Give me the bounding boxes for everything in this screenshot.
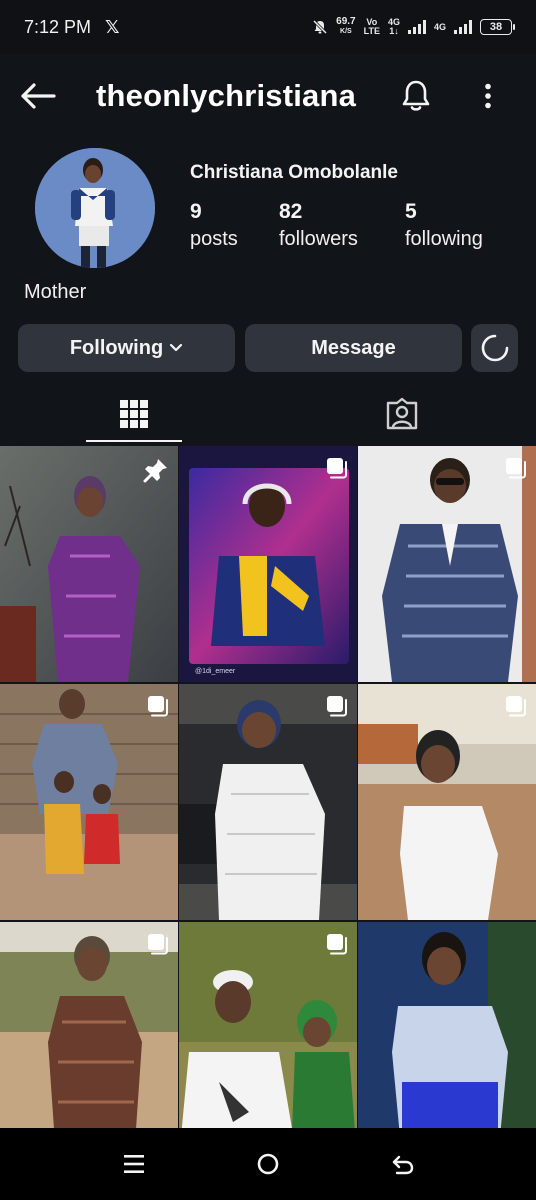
- following-button-label: Following: [69, 336, 164, 359]
- tab-posts-grid[interactable]: [86, 386, 182, 442]
- battery-icon: 38: [480, 19, 515, 35]
- status-bar: 7:12 PM 𝕏 69.7 K/S Vo LTE 4G 1↓ 4G 38: [0, 0, 536, 54]
- message-button-label: Message: [311, 336, 396, 359]
- profile-bio: Mother: [24, 281, 87, 303]
- more-vertical-icon: [485, 83, 491, 109]
- carousel-icon: [148, 934, 168, 955]
- network-speed: 69.7 K/S: [336, 17, 355, 37]
- post-tile-1[interactable]: [0, 446, 178, 682]
- status-indicators: 69.7 K/S Vo LTE 4G 1↓ 4G 38: [312, 17, 515, 37]
- carousel-icon: [327, 934, 347, 955]
- notifications-button[interactable]: [396, 74, 436, 118]
- network-2-label: 4G: [433, 21, 446, 32]
- following-stat[interactable]: 5 following: [405, 200, 483, 251]
- volte-bottom: LTE: [363, 26, 380, 36]
- post-tile-8[interactable]: [179, 922, 357, 1128]
- profile-header: theonlychristiana: [0, 54, 536, 138]
- following-button[interactable]: Following: [18, 324, 235, 372]
- speed-unit: K/S: [340, 28, 352, 35]
- system-nav-bar: [0, 1128, 536, 1200]
- status-time: 7:12 PM: [24, 16, 92, 37]
- following-label: following: [405, 228, 483, 250]
- display-name: Christiana Omobolanle: [190, 162, 398, 183]
- mute-icon: [313, 19, 328, 35]
- post-tile-2[interactable]: @1di_emeer: [179, 446, 357, 682]
- tagged-icon: [386, 397, 418, 430]
- speed-value: 69.7: [336, 16, 356, 27]
- post-photo: [0, 684, 178, 920]
- post-photo: [358, 922, 536, 1128]
- post-caption: @1di_emeer: [195, 668, 236, 675]
- volte-indicator: Vo LTE: [364, 18, 380, 36]
- battery-level: 38: [489, 21, 503, 33]
- carousel-icon: [148, 696, 168, 717]
- posts-count: 9: [190, 200, 202, 223]
- username-title: theonlychristiana: [96, 78, 357, 113]
- post-tile-5[interactable]: [179, 684, 357, 920]
- active-tab-indicator: [86, 440, 182, 442]
- home-icon: [257, 1153, 279, 1175]
- x-app-icon: 𝕏: [105, 16, 120, 37]
- back-nav-button[interactable]: [383, 1144, 423, 1184]
- profile-avatar[interactable]: [35, 148, 155, 268]
- signal-icon-2: [454, 20, 472, 34]
- home-button[interactable]: [248, 1144, 288, 1184]
- signal-icon: [407, 20, 426, 34]
- posts-label: posts: [190, 228, 238, 250]
- post-photo: [358, 684, 536, 920]
- network-2-indicator: 4G: [433, 21, 446, 32]
- followers-count: 82: [279, 200, 303, 223]
- post-tile-6[interactable]: [358, 684, 536, 920]
- post-tile-4[interactable]: [0, 684, 178, 920]
- network-1-sub: 1↓: [389, 26, 399, 36]
- post-tile-3[interactable]: [358, 446, 536, 682]
- suggested-accounts-button[interactable]: [471, 324, 518, 372]
- bell-icon: [402, 80, 430, 111]
- chevron-down-icon: [170, 343, 183, 352]
- pin-icon: [143, 459, 167, 483]
- followers-label: followers: [279, 228, 358, 250]
- back-arrow-icon: [21, 83, 56, 109]
- post-photo: [358, 446, 536, 682]
- post-photo: [179, 446, 357, 682]
- post-photo: [179, 684, 357, 920]
- back-button[interactable]: [18, 76, 58, 116]
- more-options-button[interactable]: [470, 76, 506, 116]
- carousel-icon: [506, 458, 526, 479]
- post-tile-7[interactable]: [0, 922, 178, 1128]
- message-button[interactable]: Message: [245, 324, 462, 372]
- following-count: 5: [405, 200, 417, 223]
- menu-icon: [124, 1155, 144, 1173]
- posts-stat[interactable]: 9 posts: [190, 200, 238, 251]
- loading-spinner-icon: [481, 334, 508, 362]
- post-tile-9[interactable]: [358, 922, 536, 1128]
- grid-icon: [120, 400, 148, 428]
- tab-tagged[interactable]: [350, 386, 454, 442]
- carousel-icon: [327, 696, 347, 717]
- back-icon: [392, 1155, 414, 1175]
- followers-stat[interactable]: 82 followers: [279, 200, 358, 251]
- carousel-icon: [327, 458, 347, 479]
- carousel-icon: [506, 696, 526, 717]
- network-1-indicator: 4G 1↓: [388, 18, 400, 36]
- posts-grid: @1di_emeer: [0, 446, 536, 1128]
- recent-apps-button[interactable]: [114, 1144, 154, 1184]
- avatar-person-illustration: [35, 148, 155, 268]
